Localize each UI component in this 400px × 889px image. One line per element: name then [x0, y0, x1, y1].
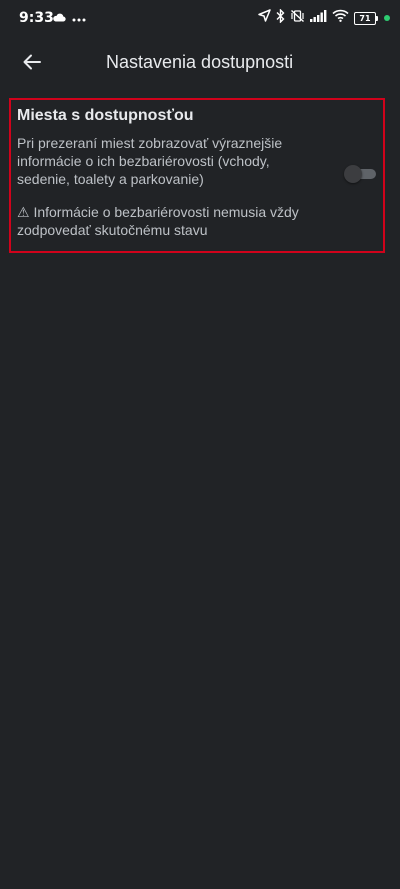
toggle-thumb	[344, 165, 362, 183]
status-left-icons	[52, 10, 86, 26]
status-bar: 9:33 71	[0, 0, 400, 36]
page-title: Nastavenia dostupnosti	[106, 52, 294, 72]
setting-description: Pri prezeraní miest zobrazovať výraznejš…	[17, 135, 283, 187]
navigation-icon	[258, 9, 271, 27]
setting-title: Miesta s dostupnosťou	[17, 107, 194, 124]
accessible-places-setting[interactable]: Miesta s dostupnosťou Pri prezeraní mies…	[9, 98, 385, 253]
setting-warning: ⚠ Informácie o bezbariérovosti nemusia v…	[17, 204, 299, 238]
status-time: 9:33	[19, 10, 54, 26]
back-button[interactable]	[14, 44, 50, 80]
mute-vibrate-icon	[290, 9, 305, 28]
status-right-icons: 71	[258, 7, 390, 28]
more-dots-icon	[72, 9, 86, 27]
arrow-left-icon	[23, 54, 41, 70]
signal-icon	[310, 9, 327, 27]
app-bar: Nastavenia dostupnosti	[0, 38, 400, 86]
battery-icon: 71	[354, 11, 378, 25]
wifi-icon	[332, 9, 349, 27]
green-dot-indicator	[384, 15, 390, 21]
bluetooth-icon	[276, 7, 285, 28]
accessible-places-toggle[interactable]	[344, 165, 376, 183]
cloud-icon	[52, 9, 66, 27]
